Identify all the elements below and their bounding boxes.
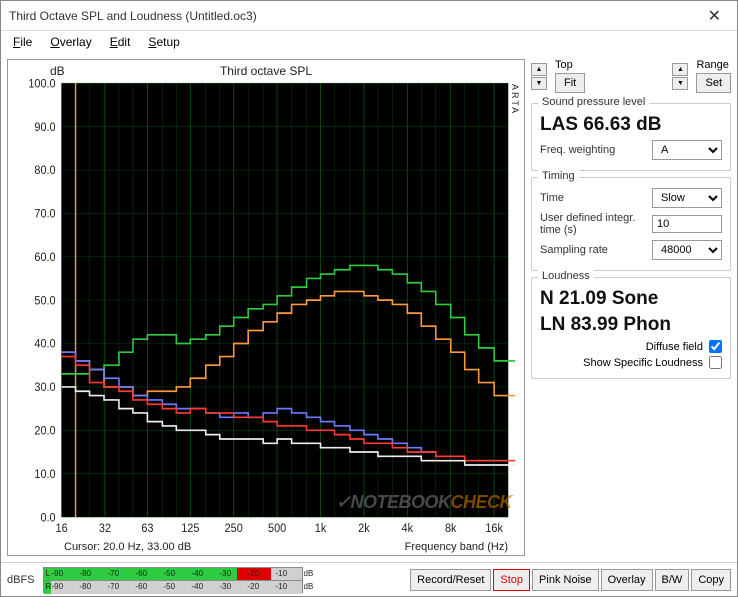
svg-text:250: 250 bbox=[225, 523, 243, 535]
top-label: Top bbox=[555, 59, 585, 71]
pinknoise-button[interactable]: Pink Noise bbox=[532, 569, 599, 591]
range-up-icon[interactable]: ▲ bbox=[672, 63, 688, 76]
menu-setup[interactable]: Setup bbox=[140, 33, 187, 51]
svg-text:16: 16 bbox=[56, 523, 68, 535]
top-down-icon[interactable]: ▼ bbox=[531, 77, 547, 90]
meter-right-ch: R bbox=[46, 582, 52, 591]
dbfs-label: dBFS bbox=[7, 574, 35, 586]
app-window: Third Octave SPL and Loudness (Untitled.… bbox=[0, 0, 738, 597]
svg-text:63: 63 bbox=[141, 523, 153, 535]
range-stepper[interactable]: ▲ ▼ bbox=[672, 63, 688, 90]
svg-text:8k: 8k bbox=[445, 523, 457, 535]
menubar: File Overlay Edit Setup bbox=[1, 31, 737, 53]
loudness-section: Loudness N 21.09 Sone LN 83.99 Phon Diff… bbox=[531, 277, 731, 379]
phon-readout: LN 83.99 Phon bbox=[540, 314, 722, 336]
svg-text:70.0: 70.0 bbox=[34, 208, 55, 220]
copy-button[interactable]: Copy bbox=[691, 569, 731, 591]
window-title: Third Octave SPL and Loudness (Untitled.… bbox=[9, 9, 700, 23]
top-up-icon[interactable]: ▲ bbox=[531, 63, 547, 76]
titlebar: Third Octave SPL and Loudness (Untitled.… bbox=[1, 1, 737, 31]
arta-label: ARTA bbox=[510, 84, 520, 115]
set-button[interactable]: Set bbox=[696, 73, 731, 93]
svg-text:80.0: 80.0 bbox=[34, 165, 55, 177]
sone-readout: N 21.09 Sone bbox=[540, 288, 722, 310]
record-button[interactable]: Record/Reset bbox=[410, 569, 491, 591]
specific-label: Show Specific Loudness bbox=[583, 357, 703, 369]
meter-right-row: R -90-80-70-60-50-40-30-20-10dB bbox=[44, 581, 302, 594]
level-meter: L -90-80-70-60-50-40-30-20-10dB R -90-80… bbox=[43, 567, 303, 593]
stop-button[interactable]: Stop bbox=[493, 569, 530, 591]
time-select[interactable]: Slow bbox=[652, 188, 722, 208]
svg-text:0.0: 0.0 bbox=[40, 512, 55, 524]
chart-x-label: Frequency band (Hz) bbox=[405, 541, 508, 553]
loudness-section-label: Loudness bbox=[538, 270, 594, 282]
integ-label: User defined integr. time (s) bbox=[540, 212, 646, 236]
meter-left-ch: L bbox=[46, 569, 50, 578]
svg-text:1k: 1k bbox=[315, 523, 327, 535]
chart-svg: 0.0 10.0 20.0 30.0 40.0 50.0 60.0 70.0 80.0 90.0 1… bbox=[8, 60, 524, 555]
specific-checkbox[interactable] bbox=[709, 356, 722, 369]
bottom-bar: dBFS L -90-80-70-60-50-40-30-20-10dB R -… bbox=[1, 562, 737, 596]
svg-text:2k: 2k bbox=[358, 523, 370, 535]
weighting-select[interactable]: A bbox=[652, 140, 722, 160]
overlay-button[interactable]: Overlay bbox=[601, 569, 653, 591]
spl-readout: LAS 66.63 dB bbox=[540, 114, 722, 136]
diffuse-checkbox[interactable] bbox=[709, 340, 722, 353]
chart-y-unit: dB bbox=[50, 64, 65, 78]
range-controls: ▲ ▼ Top Fit ▲ ▼ Range Set bbox=[531, 59, 731, 93]
rate-label: Sampling rate bbox=[540, 244, 608, 256]
timing-section-label: Timing bbox=[538, 170, 579, 182]
cursor-info: Cursor: 20.0 Hz, 33.00 dB bbox=[64, 541, 191, 553]
svg-text:60.0: 60.0 bbox=[34, 252, 55, 264]
svg-text:30.0: 30.0 bbox=[34, 382, 55, 394]
svg-text:20.0: 20.0 bbox=[34, 425, 55, 437]
svg-text:90.0: 90.0 bbox=[34, 122, 55, 134]
svg-text:40.0: 40.0 bbox=[34, 338, 55, 350]
spl-section: Sound pressure level LAS 66.63 dB Freq. … bbox=[531, 103, 731, 171]
chart-area[interactable]: dB Third octave SPL ARTA 0.0 10.0 20.0 30.0… bbox=[7, 59, 525, 556]
menu-edit[interactable]: Edit bbox=[102, 33, 139, 51]
integ-input[interactable] bbox=[652, 215, 722, 233]
svg-text:16k: 16k bbox=[485, 523, 503, 535]
rate-select[interactable]: 48000 bbox=[652, 240, 722, 260]
diffuse-label: Diffuse field bbox=[646, 341, 703, 353]
svg-text:125: 125 bbox=[181, 523, 199, 535]
time-label: Time bbox=[540, 192, 564, 204]
fit-button[interactable]: Fit bbox=[555, 73, 585, 93]
timing-section: Timing Time Slow User defined integr. ti… bbox=[531, 177, 731, 271]
svg-text:50.0: 50.0 bbox=[34, 295, 55, 307]
spl-section-label: Sound pressure level bbox=[538, 96, 649, 108]
svg-text:100.0: 100.0 bbox=[28, 78, 55, 90]
chart-title: Third octave SPL bbox=[220, 64, 312, 78]
menu-file[interactable]: File bbox=[5, 33, 40, 51]
close-icon[interactable]: ✕ bbox=[700, 6, 729, 26]
svg-text:4k: 4k bbox=[402, 523, 414, 535]
svg-text:10.0: 10.0 bbox=[34, 469, 55, 481]
svg-text:32: 32 bbox=[99, 523, 111, 535]
svg-text:500: 500 bbox=[268, 523, 286, 535]
top-stepper[interactable]: ▲ ▼ bbox=[531, 63, 547, 90]
weighting-label: Freq. weighting bbox=[540, 144, 615, 156]
meter-left-row: L -90-80-70-60-50-40-30-20-10dB bbox=[44, 568, 302, 581]
bw-button[interactable]: B/W bbox=[655, 569, 690, 591]
range-label: Range bbox=[696, 59, 731, 71]
menu-overlay[interactable]: Overlay bbox=[42, 33, 99, 51]
range-down-icon[interactable]: ▼ bbox=[672, 77, 688, 90]
